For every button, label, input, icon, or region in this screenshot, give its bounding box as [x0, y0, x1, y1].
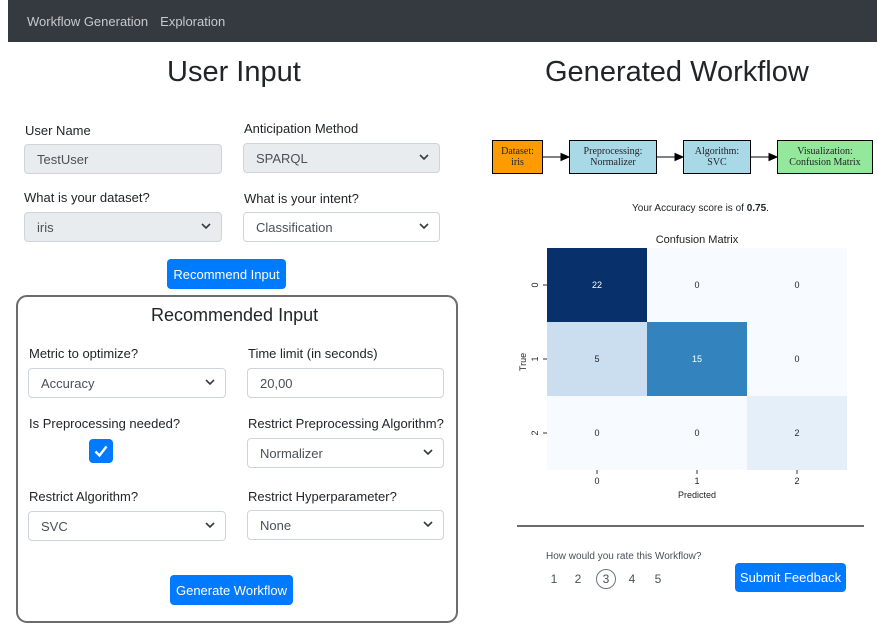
y-tick-label: 1 [530, 356, 540, 361]
cell-value-label: 15 [692, 354, 702, 364]
accuracy-value: 0.75 [746, 203, 767, 214]
rating-option-2[interactable]: 2 [568, 569, 588, 589]
y-tick-label: 0 [530, 282, 540, 287]
cell-value-label: 0 [694, 280, 699, 290]
cell-value-label: 0 [594, 428, 599, 438]
cell-value-label: 22 [592, 280, 602, 290]
cell-value-label: 2 [794, 428, 799, 438]
rating-option-3[interactable]: 3 [596, 569, 616, 589]
accuracy-text: Your Accuracy score is of 0.75. [632, 203, 769, 214]
x-tick-label: 0 [594, 476, 599, 486]
accuracy-prefix: Your Accuracy score is of [632, 203, 747, 214]
rating-option-5[interactable]: 5 [648, 569, 668, 589]
cell-value-label: 0 [794, 354, 799, 364]
y-axis-label: True [518, 353, 528, 371]
chart-title: Confusion Matrix [656, 234, 739, 246]
arrowhead-icon [674, 152, 685, 162]
section-divider [517, 525, 864, 527]
arrowhead-icon [768, 152, 779, 162]
cell-value-label: 5 [594, 354, 599, 364]
rating-option-4[interactable]: 4 [622, 569, 642, 589]
y-tick-label: 2 [530, 430, 540, 435]
cell-value-label: 0 [794, 280, 799, 290]
cell-value-label: 0 [694, 428, 699, 438]
x-axis-label: Predicted [678, 490, 716, 500]
x-tick-label: 1 [694, 476, 699, 486]
confusion-matrix-chart: Confusion Matrix 22 0 0 5 15 0 0 0 2 0 1 2 0 1 2 Predi… [518, 234, 847, 500]
arrowhead-icon [560, 152, 571, 162]
rating-option-1[interactable]: 1 [544, 569, 564, 589]
submit-feedback-button[interactable]: Submit Feedback [735, 563, 846, 592]
rating-question: How would you rate this Workflow? [546, 551, 702, 562]
x-tick-label: 2 [794, 476, 799, 486]
accuracy-suffix: . [766, 203, 769, 214]
